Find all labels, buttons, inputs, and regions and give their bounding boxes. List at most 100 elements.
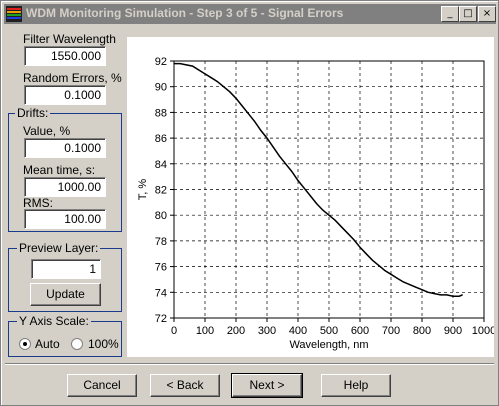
rms-input[interactable]: 100.00 <box>24 209 106 229</box>
data-point <box>247 113 249 115</box>
data-point <box>359 246 361 248</box>
data-point <box>192 65 194 67</box>
y-tick-label: 84 <box>155 159 167 171</box>
data-point <box>297 179 299 182</box>
y-tick-label: 88 <box>155 107 167 119</box>
x-tick-label: 700 <box>382 325 400 337</box>
app-icon <box>6 6 22 22</box>
mean-time-label: Mean time, s: <box>23 163 96 177</box>
dialog-window: WDM Monitoring Simulation - Step 3 of 5 … <box>0 0 499 406</box>
auto-radio-label[interactable]: Auto <box>35 337 60 351</box>
minimize-button[interactable]: _ <box>441 6 459 22</box>
data-point <box>198 69 200 71</box>
data-point <box>322 209 324 211</box>
data-point <box>241 105 243 107</box>
y-tick-label: 82 <box>155 185 167 197</box>
data-point <box>266 137 268 139</box>
data-point <box>353 239 355 241</box>
y-tick-label: 80 <box>155 210 167 222</box>
data-point <box>272 146 274 148</box>
close-button[interactable]: × <box>478 6 496 22</box>
percent-100-radio[interactable] <box>71 338 83 350</box>
data-point <box>421 289 423 291</box>
maximize-button[interactable]: □ <box>459 6 477 22</box>
mean-time-input[interactable]: 1000.00 <box>24 177 106 197</box>
data-point <box>309 195 311 197</box>
y-tick-label: 86 <box>155 133 167 145</box>
button-divider <box>5 363 494 365</box>
data-point <box>347 232 349 234</box>
y-axis-label: T, % <box>137 179 149 201</box>
random-errors-label: Random Errors, % <box>23 71 122 85</box>
data-point <box>210 77 212 79</box>
x-tick-label: 0 <box>171 325 177 337</box>
data-point <box>179 62 181 65</box>
data-point <box>365 253 367 255</box>
transmission-chart: 0 100 200 300 400 500 600 700 800 900 1000 72 74 76 78… <box>137 56 496 351</box>
x-tick-label: 100 <box>196 325 214 337</box>
data-point <box>254 120 256 122</box>
x-tick-label: 300 <box>258 325 276 337</box>
data-point <box>402 281 404 283</box>
data-point <box>409 283 411 286</box>
filter-wavelength-input[interactable]: 1550.000 <box>24 46 106 66</box>
next-button[interactable]: Next > <box>231 373 303 398</box>
cancel-button[interactable]: Cancel <box>67 374 137 397</box>
title-bar[interactable]: WDM Monitoring Simulation - Step 3 of 5 … <box>4 4 496 24</box>
data-point <box>173 62 175 65</box>
data-point <box>260 129 262 131</box>
data-point <box>433 292 435 295</box>
back-button[interactable]: < Back <box>150 374 220 397</box>
data-point <box>328 214 330 216</box>
data-point <box>285 163 287 165</box>
chart-panel: 0 100 200 300 400 500 600 700 800 900 1000 72 74 76 78… <box>127 37 496 357</box>
x-tick-label: 500 <box>320 325 338 337</box>
y-tick-label: 92 <box>155 56 167 68</box>
data-point <box>316 203 318 205</box>
data-point <box>185 64 187 66</box>
data-point <box>303 187 305 189</box>
data-point <box>458 295 460 297</box>
percent-100-radio-label[interactable]: 100% <box>88 337 119 351</box>
data-point <box>216 80 218 83</box>
series-line <box>174 62 463 297</box>
auto-radio[interactable] <box>19 338 31 350</box>
x-tick-label: 400 <box>289 325 307 337</box>
drift-value-input[interactable]: 0.1000 <box>24 138 106 158</box>
rms-label: RMS: <box>23 196 53 210</box>
data-point <box>396 277 398 279</box>
data-point <box>278 155 280 157</box>
data-point <box>291 170 293 173</box>
y-tick-label: 90 <box>155 82 167 94</box>
data-point <box>340 226 342 228</box>
y-tick-label: 78 <box>155 236 167 248</box>
data-point <box>378 264 380 266</box>
y-tick-label: 76 <box>155 262 167 274</box>
random-errors-input[interactable]: 0.1000 <box>24 85 106 105</box>
data-point <box>452 295 454 297</box>
data-point <box>204 73 206 75</box>
data-point <box>427 291 429 293</box>
data-point <box>390 273 392 275</box>
drift-value-label: Value, % <box>23 124 71 138</box>
x-axis-label: Wavelength, nm <box>289 339 368 351</box>
drifts-group-title: Drifts: <box>15 106 51 120</box>
help-button[interactable]: Help <box>321 374 391 397</box>
y-axis-scale-title: Y Axis Scale: <box>17 314 91 328</box>
data-point <box>235 97 237 99</box>
update-button[interactable]: Update <box>30 283 101 306</box>
x-tick-label: 1000 <box>472 325 494 337</box>
data-point <box>461 294 463 296</box>
y-tick-label: 72 <box>155 313 167 325</box>
preview-layer-input[interactable]: 1 <box>31 259 101 279</box>
x-tick-label: 200 <box>227 325 245 337</box>
data-point <box>415 286 417 288</box>
x-tick-label: 900 <box>444 325 462 337</box>
data-point <box>334 219 336 221</box>
data-point <box>223 86 225 88</box>
filter-wavelength-label: Filter Wavelength <box>23 32 116 46</box>
data-point <box>384 269 386 272</box>
preview-layer-title: Preview Layer: <box>17 241 101 255</box>
x-tick-label: 800 <box>413 325 431 337</box>
data-point <box>440 294 442 296</box>
